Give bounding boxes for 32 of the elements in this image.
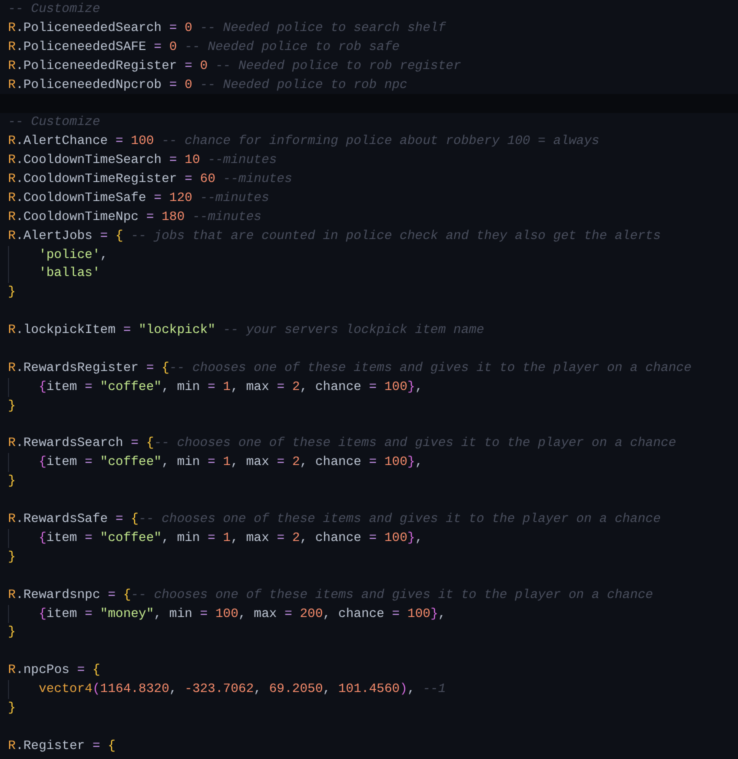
- code-line: {item = "money", min = 100, max = 200, chance = 100},: [38, 604, 447, 622]
- code-line: R.CooldownTimeSearch = 10 --minutes: [8, 151, 278, 170]
- code-line: R.AlertChance = 100 -- chance for informing police about robbery 100 = always: [8, 132, 600, 150]
- code-line: R.PoliceneededSAFE = 0 -- Needed police to rob safe: [8, 38, 401, 56]
- code-line: R.RewardsSafe = {-- chooses one of these items and gives it to the player on a chance: [8, 510, 662, 528]
- code-line: {item = "coffee", min = 1, max = 2, chance = 100},: [38, 528, 424, 547]
- code-line: -- Customize: [8, 113, 102, 132]
- code-line: R.PoliceneededRegister = 0 -- Needed police to rob register: [8, 56, 462, 75]
- code-line: R.CooldownTimeSafe = 120 --minutes: [8, 188, 270, 207]
- code-line: R.RewardsSearch = {-- chooses one of these items and gives it to the player on a chance: [8, 434, 678, 452]
- code-line: }: [8, 396, 17, 415]
- code-line: R.PoliceneededNpcrob = 0 -- Needed police to rob npc: [8, 76, 408, 94]
- code-line: }: [8, 698, 17, 717]
- code-line: 'police',: [38, 246, 109, 264]
- code-line: R.npcPos = {: [8, 661, 102, 680]
- code-line: R.Rewardsnpc = {-- chooses one of these items and gives it to the player on a chance: [8, 586, 654, 604]
- code-line: R.CooldownTimeNpc = 180 --minutes: [8, 208, 262, 226]
- code-line: R.Register = {: [8, 736, 117, 755]
- code-line: }: [8, 472, 17, 490]
- code-line: {item = "coffee", min = 1, max = 2, chance = 100},: [38, 378, 424, 396]
- code-line: R.lockpickItem = "lockpick" -- your servers lockpick item name: [8, 321, 486, 340]
- code-line: R.CooldownTimeRegister = 60 --minutes: [8, 170, 294, 188]
- code-line: }: [8, 283, 17, 302]
- code-line: R.PoliceneededSearch = 0 -- Needed police to search shelf: [8, 18, 447, 37]
- code-line: 'ballas': [38, 264, 102, 282]
- code-line: R.AlertJobs = { -- jobs that are counted in police check and they also get the alerts: [8, 226, 662, 245]
- code-line: }: [8, 623, 17, 642]
- code-line: }: [8, 548, 17, 566]
- code-line: vector4(1164.8320, -323.7062, 69.2050, 101.4560), --1: [38, 680, 447, 698]
- code-line: R.RewardsRegister = {-- chooses one of these items and gives it to the player on a chance: [8, 358, 692, 377]
- code-line: {item = "coffee", min = 1, max = 2, chance = 100},: [38, 453, 424, 472]
- code-line: -- Customize: [8, 0, 102, 18]
